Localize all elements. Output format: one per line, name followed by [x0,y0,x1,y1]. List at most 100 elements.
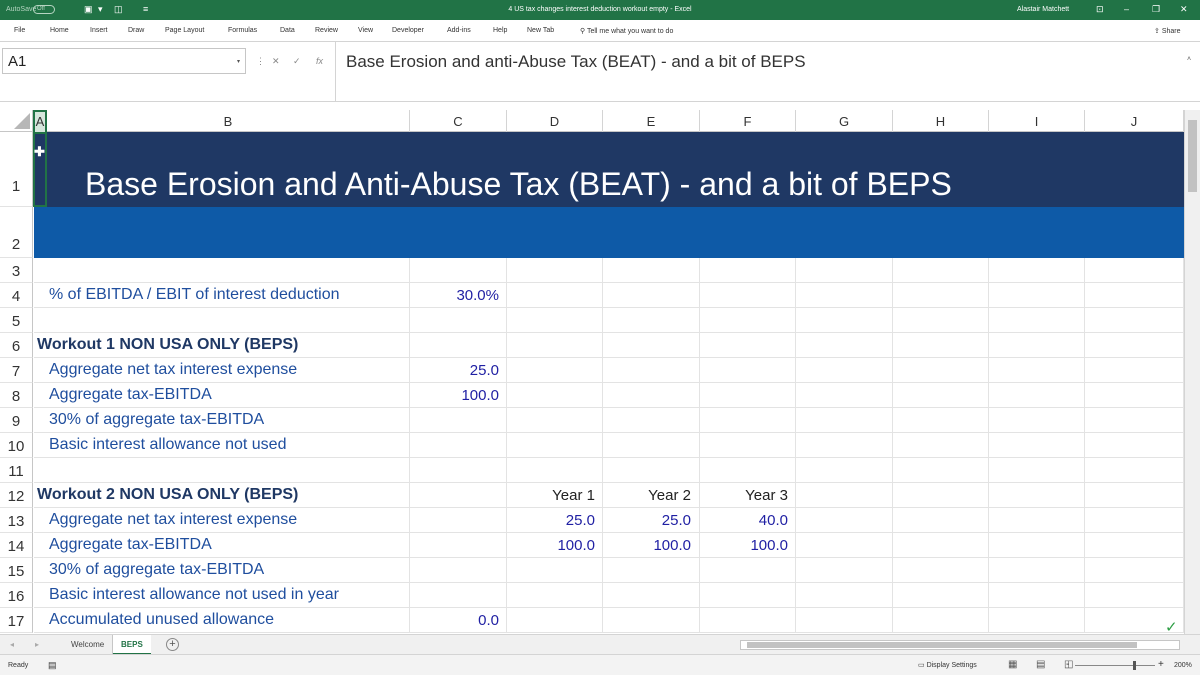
grid-cell[interactable] [989,358,1085,383]
row-header[interactable]: 4 [0,283,33,308]
grid-cell[interactable] [507,283,603,308]
grid-cell[interactable] [893,583,989,608]
grid-cell[interactable] [700,383,796,408]
zoom-slider-thumb[interactable] [1133,661,1136,670]
grid-cell[interactable] [603,608,700,633]
column-header-f[interactable]: F [700,110,796,132]
grid-cell[interactable] [893,333,989,358]
grid-cell[interactable] [796,333,893,358]
grid-cell[interactable] [507,608,603,633]
grid-cell[interactable] [989,558,1085,583]
grid-cell[interactable] [989,458,1085,483]
cell-d14[interactable]: 100.0 [507,537,595,554]
grid-cell[interactable] [796,358,893,383]
grid-cell[interactable] [989,508,1085,533]
column-header-g[interactable]: G [796,110,893,132]
cell-c4[interactable]: 30.0% [410,287,499,304]
tab-add-ins[interactable]: Add-ins [447,27,471,34]
zoom-slider[interactable] [1075,665,1155,666]
grid-cell[interactable] [700,583,796,608]
grid-cell[interactable] [410,483,507,508]
grid-cell[interactable] [700,283,796,308]
sheet-tab-beps[interactable]: BEPS [113,635,151,655]
grid-cell[interactable] [989,308,1085,333]
grid-cell[interactable] [507,458,603,483]
grid-cell[interactable] [989,258,1085,283]
grid-cell[interactable] [796,508,893,533]
grid-cell[interactable] [603,558,700,583]
grid-cell[interactable] [34,458,410,483]
grid-cell[interactable] [507,258,603,283]
grid-cell[interactable] [507,333,603,358]
grid-cell[interactable] [893,258,989,283]
grid-cell[interactable] [893,458,989,483]
zoom-in-icon[interactable]: + [1158,659,1164,670]
grid-cell[interactable] [700,558,796,583]
scroll-right-icon[interactable]: ▸ [35,640,39,649]
insert-function-icon[interactable]: fx [316,56,323,66]
grid-cell[interactable] [1085,533,1184,558]
cell-f12[interactable]: Year 3 [700,487,788,504]
tab-page-layout[interactable]: Page Layout [165,27,204,34]
column-header-a[interactable]: A [33,110,47,132]
grid-cell[interactable] [1085,358,1184,383]
grid-cell[interactable] [603,408,700,433]
grid-cell[interactable] [507,308,603,333]
grid-cell[interactable] [893,483,989,508]
cell-b10[interactable]: Basic interest allowance not used [49,436,286,454]
grid-cell[interactable] [893,283,989,308]
grid-cell[interactable] [603,358,700,383]
cancel-icon[interactable]: ✕ [272,56,280,67]
grid-cell[interactable] [1085,258,1184,283]
grid-cell[interactable] [796,433,893,458]
row-header[interactable]: 11 [0,458,33,483]
chevron-up-icon[interactable]: ˄ [1187,56,1191,63]
scrollbar-thumb[interactable] [747,642,1137,648]
cell-b8[interactable]: Aggregate tax-EBITDA [49,386,212,404]
worksheet-grid[interactable]: A B C D E F G H I J Base Erosion and Ant… [0,110,1184,634]
zoom-level[interactable]: 200% [1174,662,1192,669]
grid-cell[interactable] [700,608,796,633]
cell-b9[interactable]: 30% of aggregate tax-EBITDA [49,411,264,429]
grid-cell[interactable] [603,433,700,458]
grid-cell[interactable] [796,308,893,333]
row-header[interactable]: 9 [0,408,33,433]
grid-cell[interactable] [700,258,796,283]
column-header-i[interactable]: I [989,110,1085,132]
grid-cell[interactable] [893,533,989,558]
row-header[interactable]: 7 [0,358,33,383]
tab-help[interactable]: Help [493,27,507,34]
grid-cell[interactable] [796,583,893,608]
grid-cell[interactable] [700,408,796,433]
page-layout-view-icon[interactable]: ▤ [1036,659,1045,670]
grid-cell[interactable] [410,558,507,583]
grid-cell[interactable] [1085,508,1184,533]
cell-e13[interactable]: 25.0 [603,512,691,529]
grid-cell[interactable] [989,333,1085,358]
row-header[interactable]: 12 [0,483,33,508]
row-header[interactable]: 14 [0,533,33,558]
grid-cell[interactable] [893,608,989,633]
cell-b7[interactable]: Aggregate net tax interest expense [49,361,297,379]
grid-cell[interactable] [796,408,893,433]
name-box[interactable]: A1 ▾ [2,48,246,74]
grid-cell[interactable] [700,333,796,358]
row-header[interactable]: 6 [0,333,33,358]
grid-cell[interactable] [989,533,1085,558]
grid-cell[interactable] [893,433,989,458]
grid-cell[interactable] [796,608,893,633]
grid-cell[interactable] [989,383,1085,408]
grid-cell[interactable] [507,583,603,608]
grid-cell[interactable] [796,283,893,308]
grid-cell[interactable] [410,408,507,433]
add-sheet-icon[interactable]: + [166,638,179,651]
formula-input[interactable]: Base Erosion and anti-Abuse Tax (BEAT) -… [335,42,1200,102]
grid-cell[interactable] [700,358,796,383]
grid-cell[interactable] [893,358,989,383]
grid-cell[interactable] [796,458,893,483]
grid-cell[interactable] [1085,558,1184,583]
grid-cell[interactable] [34,308,410,333]
cell-c17[interactable]: 0.0 [410,612,499,629]
grid-cell[interactable] [603,333,700,358]
column-header-c[interactable]: C [410,110,507,132]
